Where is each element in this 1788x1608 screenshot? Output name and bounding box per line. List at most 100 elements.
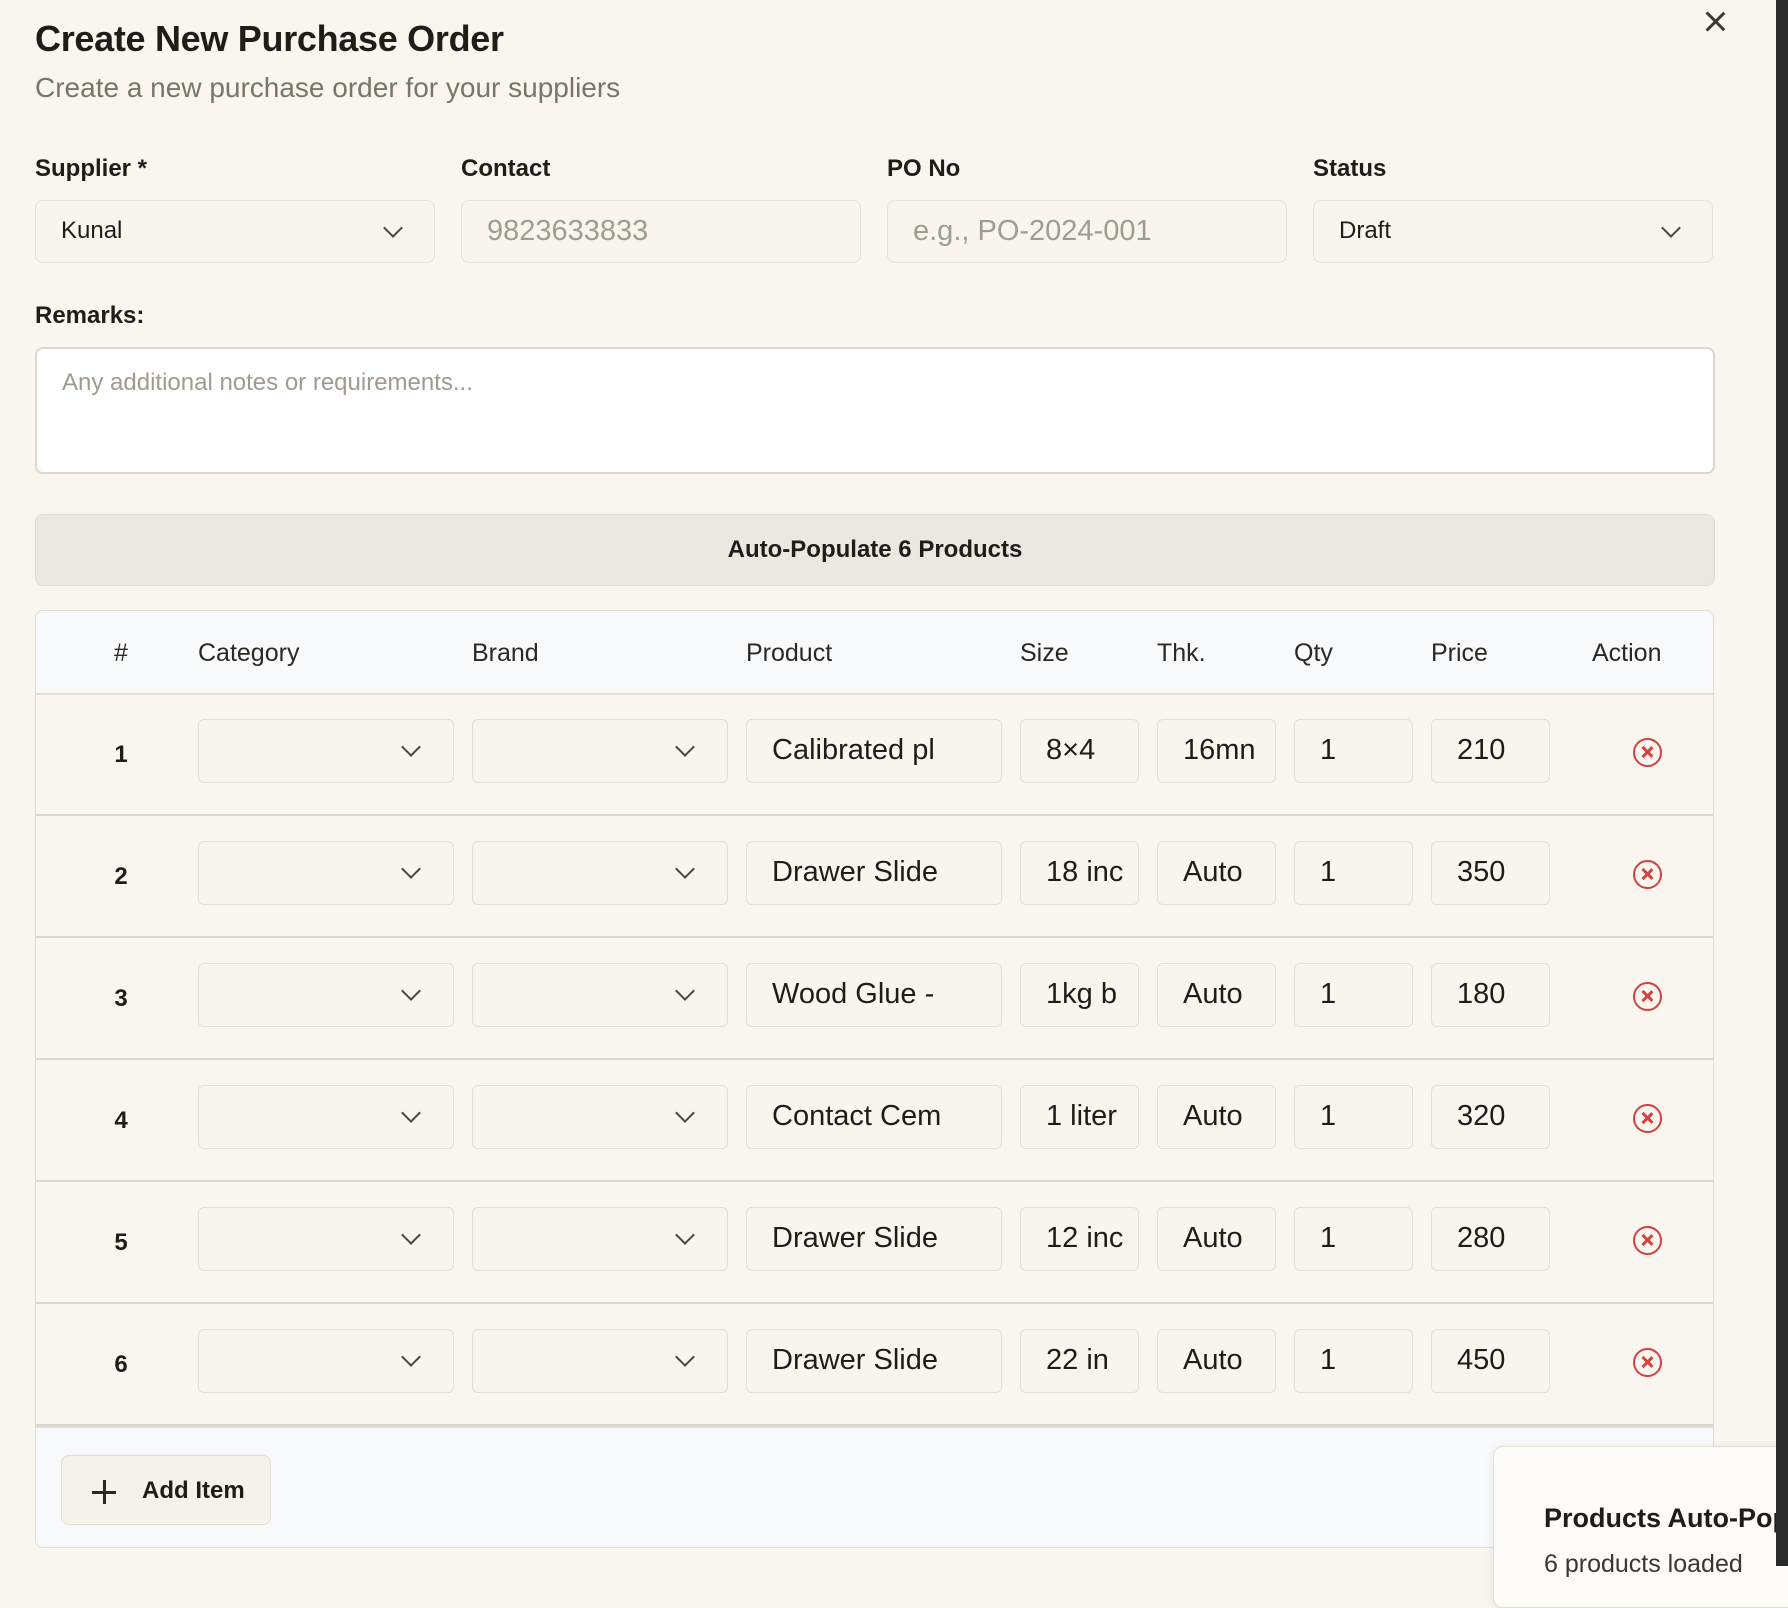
price-input[interactable]: 350 (1431, 841, 1550, 905)
table-header: # Category Brand Product Size Thk. Qty P… (36, 611, 1713, 695)
category-select[interactable] (198, 719, 454, 783)
remove-row-icon[interactable] (1633, 982, 1662, 1011)
brand-select[interactable] (472, 1085, 728, 1149)
row-number: 6 (114, 1351, 128, 1378)
size-input[interactable]: 12 inc (1020, 1207, 1139, 1271)
price-input[interactable]: 450 (1431, 1329, 1550, 1393)
status-value: Draft (1339, 217, 1392, 244)
chevron-down-icon (675, 1347, 695, 1367)
remove-row-icon[interactable] (1633, 860, 1662, 889)
status-select[interactable]: Draft (1313, 200, 1713, 263)
category-select[interactable] (198, 1085, 454, 1149)
chevron-down-icon (675, 981, 695, 1001)
size-input[interactable]: 8×4 (1020, 719, 1139, 783)
brand-select[interactable] (472, 841, 728, 905)
table-row: 4 Contact Cem 1 liter Auto 1 320 (36, 1059, 1713, 1182)
close-icon[interactable] (1700, 6, 1730, 36)
header-num: # (114, 639, 128, 667)
toast-title: Products Auto-Populated (1544, 1503, 1788, 1533)
header-size: Size (1020, 639, 1069, 667)
category-select[interactable] (198, 1207, 454, 1271)
table-row: 6 Drawer Slide 22 in Auto 1 450 (36, 1303, 1713, 1426)
row-number: 4 (114, 1107, 128, 1134)
thickness-input[interactable]: 16mn (1157, 719, 1276, 783)
thickness-input[interactable]: Auto (1157, 841, 1276, 905)
thickness-input[interactable]: Auto (1157, 1207, 1276, 1271)
po-no-field[interactable]: e.g., PO-2024-001 (887, 200, 1287, 263)
chevron-down-icon (401, 737, 421, 757)
items-table: # Category Brand Product Size Thk. Qty P… (35, 610, 1714, 1548)
purchase-order-dialog: Create New Purchase Order Create a new p… (0, 0, 1788, 1608)
status-label: Status (1313, 155, 1387, 182)
remarks-textarea[interactable]: Any additional notes or requirements... (35, 347, 1715, 474)
size-input[interactable]: 18 inc (1020, 841, 1139, 905)
qty-input[interactable]: 1 (1294, 1085, 1413, 1149)
remove-row-icon[interactable] (1633, 1104, 1662, 1133)
chevron-down-icon (401, 1225, 421, 1245)
thickness-input[interactable]: Auto (1157, 963, 1276, 1027)
contact-field[interactable]: 9823633833 (461, 200, 861, 263)
chevron-down-icon (675, 1103, 695, 1123)
add-item-button[interactable]: Add Item (61, 1455, 271, 1525)
thickness-input[interactable]: Auto (1157, 1329, 1276, 1393)
table-footer: Add Item (36, 1426, 1713, 1547)
row-number: 5 (114, 1229, 128, 1256)
category-select[interactable] (198, 963, 454, 1027)
row-number: 1 (114, 741, 128, 768)
product-input[interactable]: Calibrated pl (746, 719, 1002, 783)
price-input[interactable]: 180 (1431, 963, 1550, 1027)
dialog-subtitle: Create a new purchase order for your sup… (35, 72, 621, 103)
category-select[interactable] (198, 1329, 454, 1393)
qty-input[interactable]: 1 (1294, 841, 1413, 905)
remove-row-icon[interactable] (1633, 1226, 1662, 1255)
table-row: 2 Drawer Slide 18 inc Auto 1 350 (36, 815, 1713, 938)
size-input[interactable]: 22 in (1020, 1329, 1139, 1393)
product-input[interactable]: Drawer Slide (746, 1207, 1002, 1271)
supplier-value: Kunal (61, 217, 123, 244)
qty-input[interactable]: 1 (1294, 1329, 1413, 1393)
chevron-down-icon (675, 737, 695, 757)
chevron-down-icon (383, 218, 403, 238)
chevron-down-icon (401, 859, 421, 879)
table-row: 3 Wood Glue - 1kg b Auto 1 180 (36, 937, 1713, 1060)
remove-row-icon[interactable] (1633, 738, 1662, 767)
qty-input[interactable]: 1 (1294, 1207, 1413, 1271)
product-input[interactable]: Drawer Slide (746, 841, 1002, 905)
header-thk: Thk. (1157, 639, 1206, 667)
size-input[interactable]: 1 liter (1020, 1085, 1139, 1149)
brand-select[interactable] (472, 719, 728, 783)
brand-select[interactable] (472, 1207, 728, 1271)
brand-select[interactable] (472, 1329, 728, 1393)
toast-notification: Products Auto-Populated 6 products loade… (1493, 1446, 1788, 1608)
supplier-label: Supplier * (35, 155, 148, 182)
product-input[interactable]: Drawer Slide (746, 1329, 1002, 1393)
toast-description: 6 products loaded (1544, 1550, 1743, 1578)
price-input[interactable]: 320 (1431, 1085, 1550, 1149)
price-input[interactable]: 210 (1431, 719, 1550, 783)
chevron-down-icon (675, 1225, 695, 1245)
chevron-down-icon (1661, 218, 1681, 238)
header-category: Category (198, 639, 300, 667)
chevron-down-icon (675, 859, 695, 879)
qty-input[interactable]: 1 (1294, 719, 1413, 783)
supplier-select[interactable]: Kunal (35, 200, 435, 263)
category-select[interactable] (198, 841, 454, 905)
thickness-input[interactable]: Auto (1157, 1085, 1276, 1149)
header-price: Price (1431, 639, 1488, 667)
plus-icon (92, 1480, 116, 1504)
remove-row-icon[interactable] (1633, 1348, 1662, 1377)
product-input[interactable]: Wood Glue - (746, 963, 1002, 1027)
qty-input[interactable]: 1 (1294, 963, 1413, 1027)
product-input[interactable]: Contact Cem (746, 1085, 1002, 1149)
header-brand: Brand (472, 639, 539, 667)
dialog-title: Create New Purchase Order (35, 18, 504, 59)
row-number: 3 (114, 985, 128, 1012)
scrollbar[interactable] (1776, 0, 1788, 1566)
contact-label: Contact (461, 155, 551, 182)
add-item-label: Add Item (142, 1477, 245, 1504)
header-qty: Qty (1294, 639, 1333, 667)
price-input[interactable]: 280 (1431, 1207, 1550, 1271)
brand-select[interactable] (472, 963, 728, 1027)
auto-populate-button[interactable]: Auto-Populate 6 Products (35, 514, 1715, 586)
size-input[interactable]: 1kg b (1020, 963, 1139, 1027)
